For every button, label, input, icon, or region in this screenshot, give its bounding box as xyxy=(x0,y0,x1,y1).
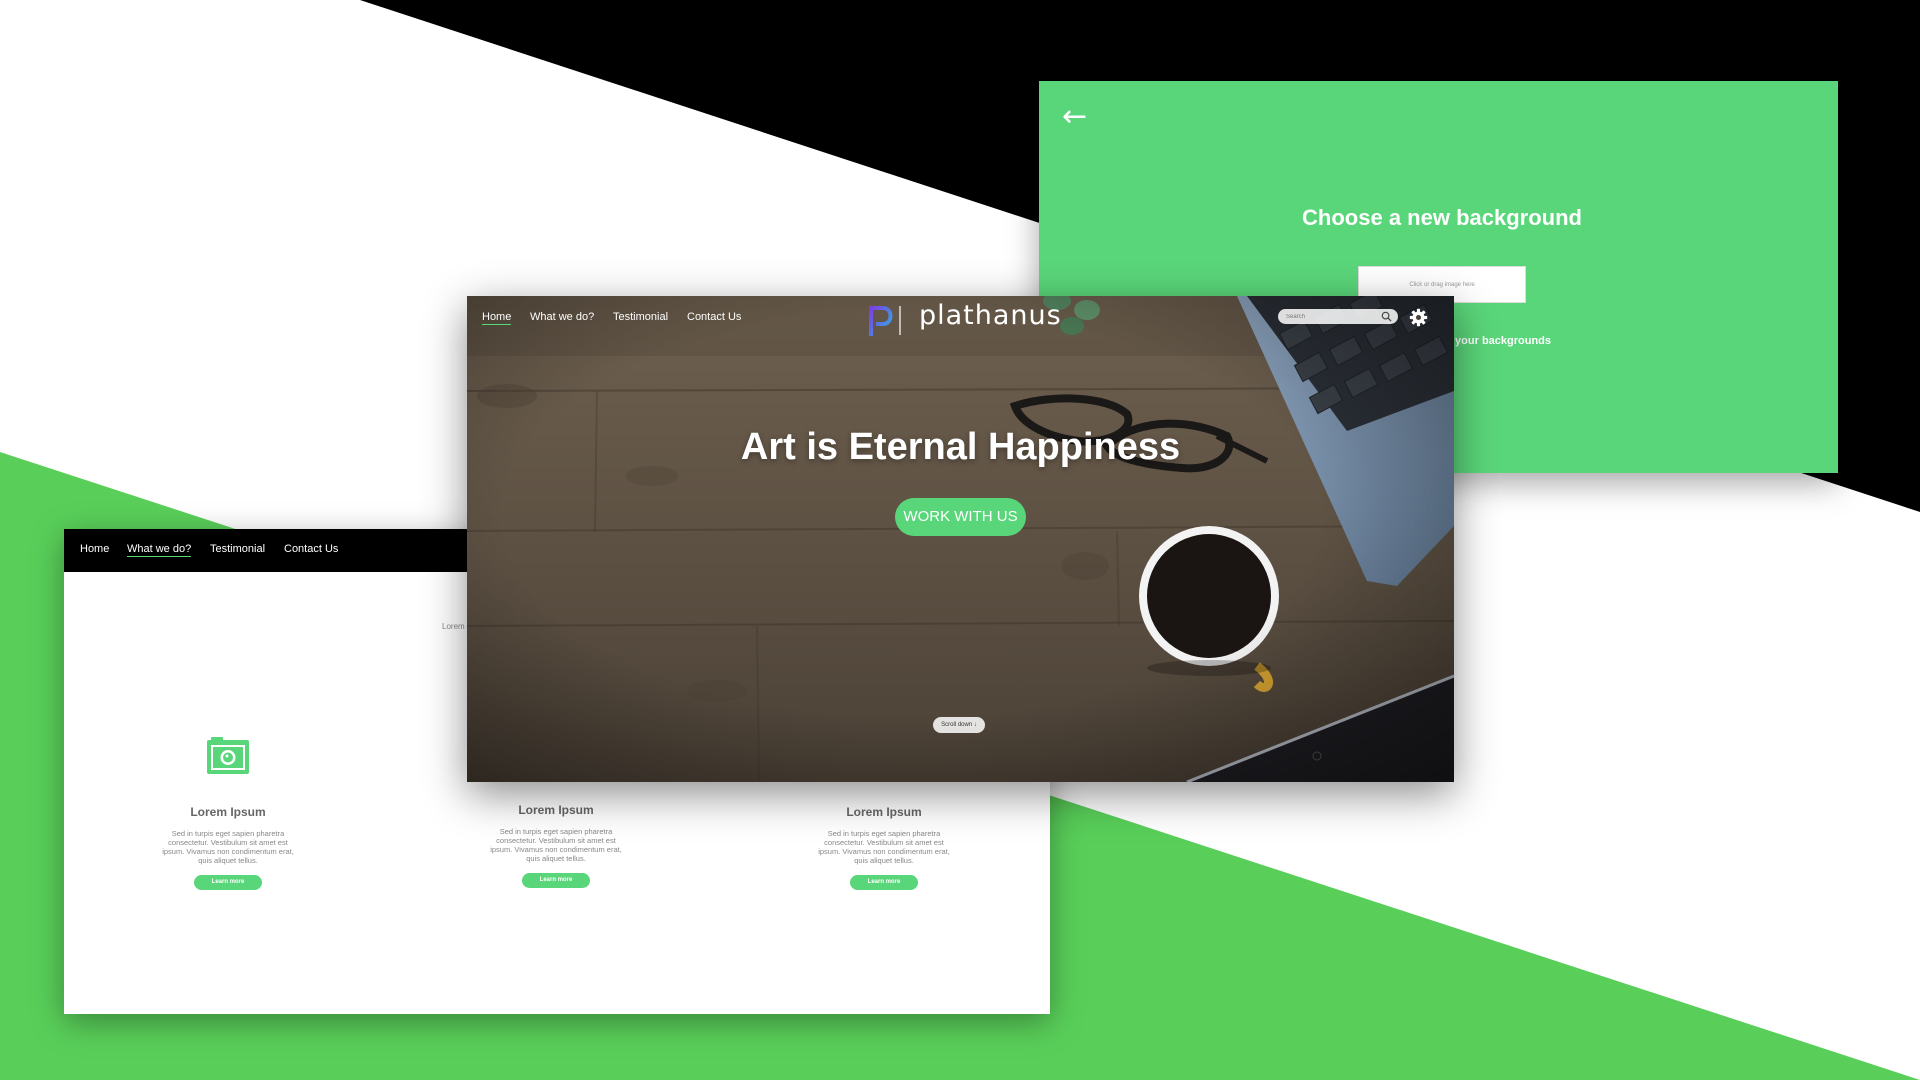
search-icon[interactable] xyxy=(1381,311,1392,322)
search-input[interactable] xyxy=(1286,310,1376,323)
showcase-stage: ← Choose a new background Click or drag … xyxy=(0,0,1920,1080)
panel-title: Choose a new background xyxy=(1302,205,1582,230)
arrow-left-icon[interactable]: ← xyxy=(1062,102,1092,132)
learn-more-button[interactable]: Learn more xyxy=(194,875,262,890)
nav-link-testimonial[interactable]: Testimonial xyxy=(613,311,668,323)
nav-link-home[interactable]: Home xyxy=(482,311,512,325)
feature-title: Lorem Ipsum xyxy=(518,803,594,817)
feature-description: Sed in turpis eget sapien pharetra conse… xyxy=(490,827,622,863)
desk-photo xyxy=(467,296,1454,782)
feature-description: Sed in turpis eget sapien pharetra conse… xyxy=(818,829,950,865)
learn-more-button[interactable]: Learn more xyxy=(522,873,590,888)
gear-icon[interactable] xyxy=(1409,308,1428,327)
brand-name: plathanus xyxy=(919,300,1062,331)
feature-card: Lorem Ipsum Sed in turpis eget sapien ph… xyxy=(797,805,971,890)
nav-link-contact[interactable]: Contact Us xyxy=(687,311,741,323)
nav-link-contact[interactable]: Contact Us xyxy=(284,543,338,555)
camera-icon xyxy=(207,737,249,774)
search-bar xyxy=(1278,309,1398,324)
work-with-us-button[interactable]: WORK WITH US xyxy=(895,498,1026,536)
learn-more-button[interactable]: Learn more xyxy=(850,875,918,890)
partial-text: Lorem xyxy=(442,622,465,631)
feature-title: Lorem Ipsum xyxy=(190,805,266,819)
scroll-down-button[interactable]: Scroll down ↓ xyxy=(933,717,985,733)
nav-link-testimonial[interactable]: Testimonial xyxy=(210,543,265,555)
hero-headline: Art is Eternal Happiness xyxy=(740,426,1181,468)
feature-title: Lorem Ipsum xyxy=(846,805,922,819)
nav-link-home[interactable]: Home xyxy=(80,543,109,555)
feature-description: Sed in turpis eget sapien pharetra conse… xyxy=(162,829,294,865)
feature-card: Lorem Ipsum Sed in turpis eget sapien ph… xyxy=(141,805,315,890)
plathanus-logo-icon[interactable] xyxy=(867,302,911,338)
nav-link-what-we-do[interactable]: What we do? xyxy=(530,311,594,323)
nav-link-what-we-do[interactable]: What we do? xyxy=(127,543,192,557)
hero-page: Home What we do? Testimonial Contact Us … xyxy=(467,296,1454,782)
feature-card: Lorem Ipsum Sed in turpis eget sapien ph… xyxy=(469,803,643,888)
